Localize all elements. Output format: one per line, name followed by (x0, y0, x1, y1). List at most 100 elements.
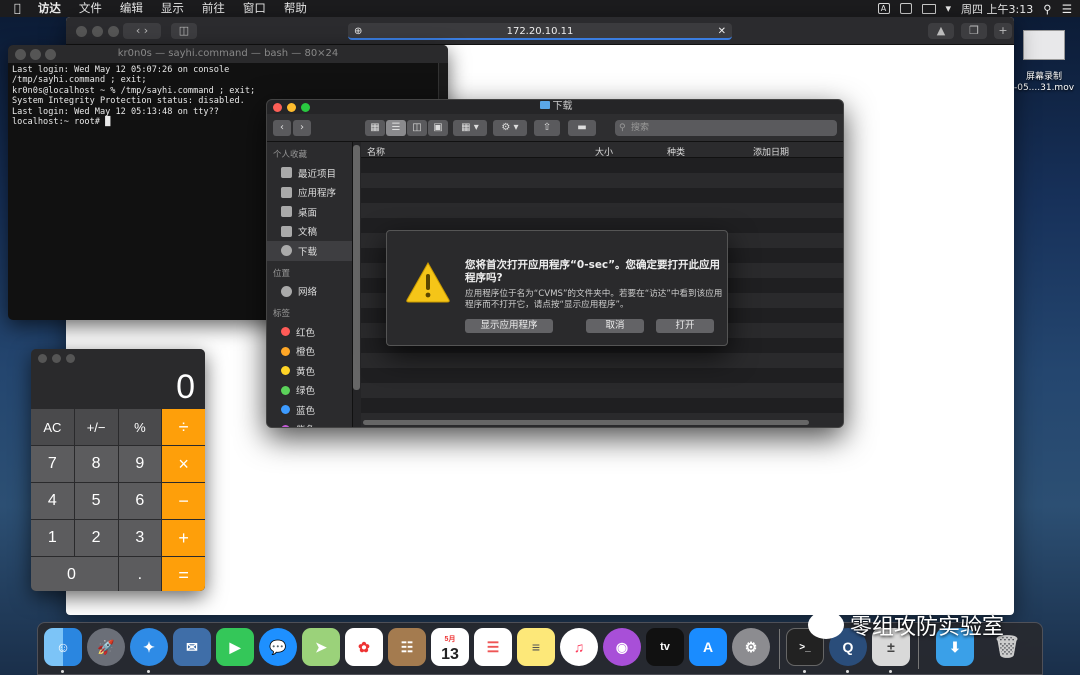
control-center-icon[interactable]: ☰ (1062, 2, 1072, 16)
key-4[interactable]: 4 (31, 483, 74, 519)
app-store-icon[interactable]: A (689, 628, 727, 666)
sidebar-item-documents[interactable]: 文稿 (267, 222, 352, 242)
sidebar-item-network[interactable]: 网络 (267, 282, 352, 302)
clock[interactable]: 周四 上午3:13 (961, 1, 1033, 17)
launchpad-icon[interactable]: 🚀 (87, 628, 125, 666)
wifi-icon[interactable]: ▾ (946, 2, 952, 15)
menu-view[interactable]: 显示 (152, 0, 193, 17)
spotlight-icon[interactable]: ⚲ (1043, 2, 1051, 16)
sidebar-scrollbar[interactable] (353, 145, 360, 390)
open-button[interactable]: 打开 (656, 319, 714, 333)
minimize-button[interactable] (92, 26, 103, 37)
calendar-icon[interactable]: 5月 13 (431, 628, 469, 666)
group-menu-icon[interactable]: ▦ ▾ (453, 120, 487, 136)
menu-file[interactable]: 文件 (70, 0, 111, 17)
close-button[interactable] (38, 354, 47, 363)
menu-go[interactable]: 前往 (193, 0, 234, 17)
safari-icon[interactable]: ✦ (130, 628, 168, 666)
menu-edit[interactable]: 编辑 (111, 0, 152, 17)
sidebar-tag-green[interactable]: 绿色 (267, 381, 352, 401)
icon-view-icon[interactable]: ▦ (365, 120, 385, 136)
tag-icon[interactable]: ▬ (568, 120, 596, 136)
column-kind[interactable]: 种类 (667, 145, 685, 158)
show-application-button[interactable]: 显示应用程序 (465, 319, 553, 333)
minimize-button[interactable] (52, 354, 61, 363)
key-1[interactable]: 1 (31, 520, 74, 556)
tabs-overview-icon[interactable]: ❐ (961, 23, 987, 39)
menu-window[interactable]: 窗口 (234, 0, 275, 17)
apple-tv-icon[interactable]: tv (646, 628, 684, 666)
share-icon[interactable]: ⇧ (534, 120, 560, 136)
zoom-button[interactable] (45, 49, 56, 60)
sidebar-tag-red[interactable]: 红色 (267, 322, 352, 342)
facetime-icon[interactable]: ▶ (216, 628, 254, 666)
input-source-icon[interactable]: A (877, 3, 890, 14)
minimize-button[interactable] (287, 103, 296, 112)
sidebar-tag-orange[interactable]: 橙色 (267, 342, 352, 362)
sidebar-tag-blue[interactable]: 蓝色 (267, 400, 352, 420)
notes-icon[interactable] (899, 3, 912, 14)
address-bar[interactable]: ⊕ 172.20.10.11 ✕ (348, 23, 732, 40)
sidebar-tag-yellow[interactable]: 黄色 (267, 361, 352, 381)
share-icon[interactable]: ▲ (928, 23, 954, 39)
key-5[interactable]: 5 (74, 483, 118, 519)
column-size[interactable]: 大小 (595, 145, 613, 158)
column-view-icon[interactable]: ◫ (407, 120, 427, 136)
music-icon[interactable]: ♫ (560, 628, 598, 666)
close-button[interactable] (273, 103, 282, 112)
stop-load-icon[interactable]: ✕ (718, 23, 726, 40)
key-7[interactable]: 7 (31, 446, 74, 482)
key-multiply[interactable]: × (162, 446, 205, 482)
system-preferences-icon[interactable]: ⚙ (732, 628, 770, 666)
maps-icon[interactable]: ➤ (302, 628, 340, 666)
sidebar-toggle-icon[interactable]: ◫ (171, 23, 197, 39)
sidebar-item-recents[interactable]: 最近项目 (267, 163, 352, 183)
key-9[interactable]: 9 (118, 446, 162, 482)
messages-icon[interactable]: 💬 (259, 628, 297, 666)
close-button[interactable] (76, 26, 87, 37)
column-name[interactable]: 名称 (367, 145, 385, 158)
key-clear[interactable]: AC (31, 409, 74, 445)
forward-icon[interactable]: › (293, 120, 311, 136)
key-sign[interactable]: +/− (74, 409, 118, 445)
minimize-button[interactable] (30, 49, 41, 60)
sidebar-item-applications[interactable]: 应用程序 (267, 183, 352, 203)
back-forward-icon[interactable]: ‹ › (123, 23, 161, 39)
apple-menu-icon[interactable]:  (0, 0, 29, 17)
close-button[interactable] (15, 49, 26, 60)
photos-icon[interactable]: ✿ (345, 628, 383, 666)
key-percent[interactable]: % (118, 409, 162, 445)
action-gear-icon[interactable]: ⚙ ▾ (493, 120, 527, 136)
list-view-icon[interactable]: ☰ (386, 120, 406, 136)
new-tab-button[interactable]: + (994, 23, 1012, 39)
key-8[interactable]: 8 (74, 446, 118, 482)
sidebar-item-desktop[interactable]: 桌面 (267, 202, 352, 222)
column-date-added[interactable]: 添加日期 (753, 145, 789, 158)
key-subtract[interactable]: − (162, 483, 205, 519)
key-3[interactable]: 3 (118, 520, 162, 556)
sidebar-item-downloads[interactable]: 下载 (267, 241, 352, 261)
gallery-view-icon[interactable]: ▣ (428, 120, 448, 136)
key-equals[interactable]: = (162, 557, 205, 591)
zoom-button[interactable] (108, 26, 119, 37)
search-field[interactable]: ⚲ 搜索 (615, 120, 837, 136)
airplay-icon[interactable] (921, 3, 936, 14)
zoom-button[interactable] (66, 354, 75, 363)
contacts-icon[interactable]: ☷ (388, 628, 426, 666)
sidebar-tag-purple[interactable]: 紫色 (267, 420, 352, 427)
key-0[interactable]: 0 (31, 557, 118, 591)
podcasts-icon[interactable]: ◉ (603, 628, 641, 666)
horizontal-scrollbar[interactable] (363, 420, 809, 425)
reminders-icon[interactable]: ☰ (474, 628, 512, 666)
menu-finder[interactable]: 访达 (29, 0, 70, 17)
key-2[interactable]: 2 (74, 520, 118, 556)
desktop-file[interactable]: 屏幕录制 -05....31.mov (1013, 30, 1075, 94)
key-divide[interactable]: ÷ (162, 409, 205, 445)
key-decimal[interactable]: . (118, 557, 162, 591)
back-icon[interactable]: ‹ (273, 120, 291, 136)
site-settings-icon[interactable]: ⊕ (354, 23, 362, 40)
key-add[interactable]: + (162, 520, 205, 556)
notes-icon[interactable]: ≡ (517, 628, 555, 666)
menu-help[interactable]: 帮助 (275, 0, 316, 17)
zoom-button[interactable] (301, 103, 310, 112)
